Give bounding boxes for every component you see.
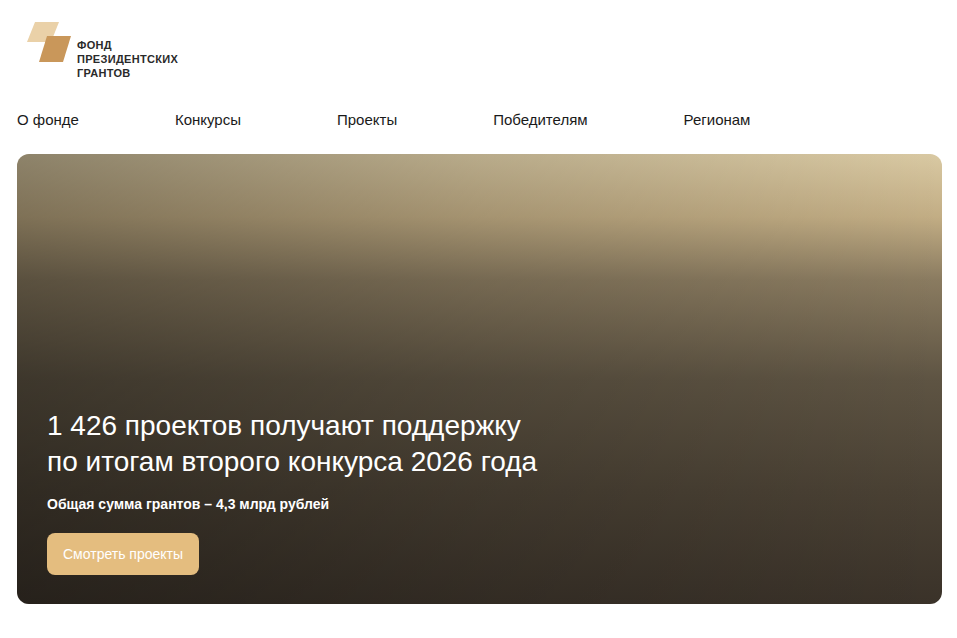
view-projects-button[interactable]: Смотреть проекты: [47, 533, 199, 575]
nav-item[interactable]: Проекты: [337, 109, 397, 132]
hero-banner: 1 426 проектов получают поддержкупо итог…: [17, 154, 942, 604]
hero-overlay: 1 426 проектов получают поддержкупо итог…: [17, 154, 942, 604]
logo-text: ФОНДПРЕЗИДЕНТСКИХГРАНТОВ: [77, 20, 178, 80]
nav-item[interactable]: О фонде: [17, 109, 79, 132]
hero-subtitle: Общая сумма грантов – 4,3 млрд рублей: [47, 494, 942, 515]
nav-item[interactable]: Конкурсы: [175, 109, 241, 132]
logo-line: ГРАНТОВ: [77, 66, 178, 80]
logo-line: ФОНД: [77, 38, 178, 52]
main-nav: О фонде Конкурсы Проекты Победителям Региона…: [17, 108, 940, 132]
hero-title-line: 1 426 проектов получают поддержку: [47, 408, 942, 444]
nav-item[interactable]: Регионам: [684, 109, 751, 132]
hero-title-line: по итогам второго конкурса 2026 года: [47, 444, 942, 480]
nav-item[interactable]: Победителям: [493, 109, 587, 132]
header: ФОНДПРЕЗИДЕНТСКИХГРАНТОВ О фонде Конкурсы П…: [0, 0, 957, 132]
logo[interactable]: ФОНДПРЕЗИДЕНТСКИХГРАНТОВ: [17, 20, 940, 80]
page: ФОНДПРЕЗИДЕНТСКИХГРАНТОВ О фонде Конкурсы П…: [0, 0, 957, 638]
logo-line: ПРЕЗИДЕНТСКИХ: [77, 52, 178, 66]
hero-title: 1 426 проектов получают поддержкупо итог…: [47, 408, 942, 480]
logo-icon: [25, 20, 73, 64]
